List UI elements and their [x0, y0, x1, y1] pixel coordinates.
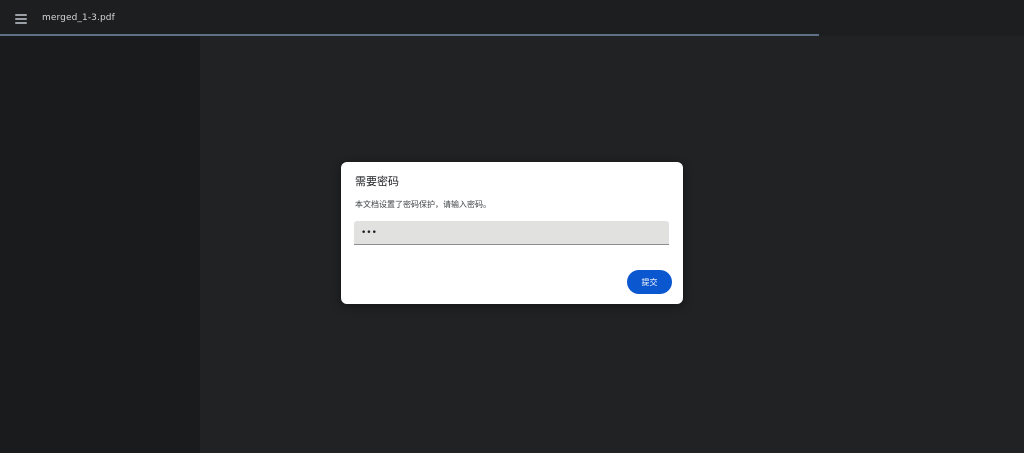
- dialog-title: 需要密码: [355, 175, 399, 188]
- password-dialog: 需要密码 本文档设置了密码保护，请输入密码。 提交: [341, 162, 683, 304]
- top-toolbar: merged_1-3.pdf: [0, 0, 1024, 36]
- document-title: merged_1-3.pdf: [42, 13, 115, 23]
- menu-icon[interactable]: [11, 11, 33, 27]
- pdf-viewer-app: merged_1-3.pdf 需要密码 本文档设置了密码保护，请输入密码。 提交: [0, 0, 1024, 453]
- dialog-message: 本文档设置了密码保护，请输入密码。: [355, 200, 491, 209]
- password-input[interactable]: [354, 221, 669, 245]
- thumbnail-sidebar: [0, 36, 200, 453]
- submit-button[interactable]: 提交: [627, 270, 672, 294]
